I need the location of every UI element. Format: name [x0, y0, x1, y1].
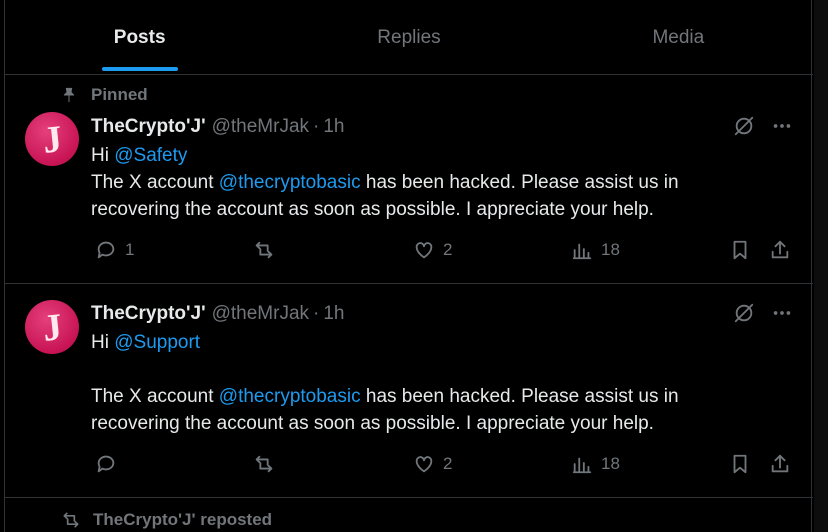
like-button[interactable]: 2 [413, 239, 452, 261]
active-tab-indicator [101, 67, 178, 71]
profile-tabs: Posts Replies Media [5, 0, 813, 75]
text-segment: The X account [91, 386, 219, 407]
repost-button[interactable] [253, 239, 275, 261]
mention-link[interactable]: @Safety [114, 145, 187, 166]
bookmark-button[interactable] [729, 239, 751, 261]
bookmark-button[interactable] [729, 453, 751, 475]
tab-label: Replies [377, 27, 441, 48]
repost-indicator: TheCrypto'J' reposted [61, 510, 272, 530]
post-top-actions [733, 302, 793, 324]
timeline-column: Posts Replies Media Pinned J TheCrypto'J… [4, 0, 813, 532]
like-icon [415, 242, 433, 259]
like-button[interactable]: 2 [413, 453, 452, 475]
text-segment: The X account [91, 172, 219, 193]
repost-icon [255, 455, 273, 473]
bookmark-icon [733, 454, 747, 474]
tab-posts[interactable]: Posts [5, 0, 274, 74]
tab-label: Media [652, 27, 705, 48]
avatar-letter: J [40, 118, 64, 162]
like-count: 2 [443, 240, 453, 259]
reply-button[interactable] [95, 453, 125, 475]
post-text: Hi @Safety The X account @thecryptobasic… [91, 142, 771, 223]
share-icon [771, 240, 789, 259]
user-handle[interactable]: @theMrJak [212, 116, 309, 138]
post-actions: 1 2 18 [91, 239, 803, 267]
pinned-label: Pinned [91, 85, 148, 104]
post-pinned[interactable]: Pinned J TheCrypto'J' @theMrJak · 1h Hi … [5, 75, 813, 284]
views-icon [572, 457, 592, 474]
page-scroll-area [814, 0, 828, 532]
repost-icon [255, 241, 273, 259]
like-icon [415, 456, 433, 473]
pin-icon [63, 87, 75, 103]
post-header: TheCrypto'J' @theMrJak · 1h [91, 303, 345, 325]
mention-link[interactable]: @thecryptobasic [219, 386, 361, 407]
mention-link[interactable]: @thecryptobasic [219, 172, 361, 193]
display-name[interactable]: TheCrypto'J' [91, 303, 206, 325]
post-actions: 2 18 [91, 453, 803, 481]
share-icon [771, 454, 789, 473]
view-count: 18 [601, 240, 620, 259]
avatar[interactable]: J [25, 300, 79, 354]
more-icon[interactable] [771, 115, 793, 137]
bookmark-icon [733, 240, 747, 260]
post-top-actions [733, 115, 793, 137]
user-handle[interactable]: @theMrJak [212, 303, 309, 325]
avatar[interactable]: J [25, 112, 79, 166]
tab-media[interactable]: Media [544, 0, 813, 74]
separator: · [313, 303, 320, 324]
share-button[interactable] [769, 239, 791, 261]
text-segment: Hi [91, 145, 115, 166]
views-icon [572, 243, 592, 260]
separator: · [313, 116, 320, 137]
more-icon[interactable] [771, 302, 793, 324]
text-segment: Hi [91, 332, 115, 353]
post-header: TheCrypto'J' @theMrJak · 1h [91, 116, 345, 138]
reply-icon [97, 455, 115, 473]
reply-icon [97, 241, 115, 259]
tab-replies[interactable]: Replies [274, 0, 543, 74]
avatar-letter: J [40, 306, 64, 350]
share-button[interactable] [769, 453, 791, 475]
repost-notice[interactable]: TheCrypto'J' reposted [93, 510, 272, 530]
views-button[interactable]: 18 [571, 239, 620, 261]
display-name[interactable]: TheCrypto'J' [91, 116, 206, 138]
post-text: Hi @Support The X account @thecryptobasi… [91, 329, 771, 437]
view-count: 18 [601, 454, 620, 473]
timestamp[interactable]: 1h [323, 303, 344, 325]
repost-icon [63, 512, 79, 528]
timestamp[interactable]: 1h [323, 116, 344, 138]
grok-icon[interactable] [733, 302, 755, 324]
grok-icon[interactable] [733, 115, 755, 137]
reply-button[interactable]: 1 [95, 239, 134, 261]
mention-link[interactable]: @Support [114, 332, 200, 353]
like-count: 2 [443, 454, 453, 473]
post[interactable]: J TheCrypto'J' @theMrJak · 1h Hi @Suppor… [5, 284, 813, 498]
tab-label: Posts [113, 27, 166, 48]
views-button[interactable]: 18 [571, 453, 620, 475]
pinned-indicator: Pinned [61, 85, 148, 105]
repost-button[interactable] [253, 453, 275, 475]
reply-count: 1 [125, 240, 135, 259]
